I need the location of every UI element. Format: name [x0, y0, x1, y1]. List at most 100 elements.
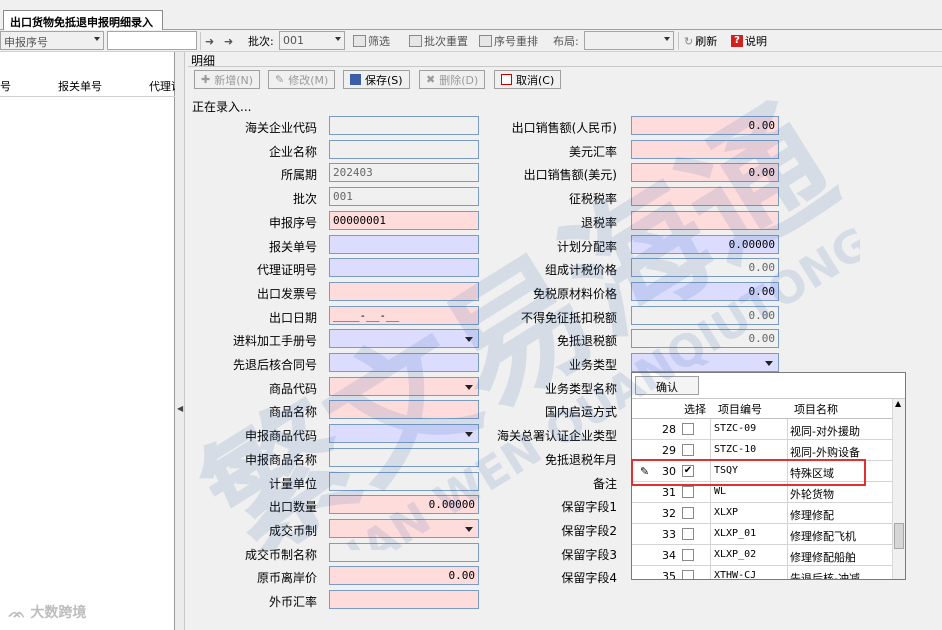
- row-name: 视同-对外援助: [790, 425, 860, 438]
- left-field-label: 申报商品名称: [244, 452, 317, 467]
- delete-button[interactable]: ✖ 删除(D): [419, 70, 486, 89]
- left-field-label: 进料加工手册号: [232, 334, 317, 349]
- row-code: STZC-10: [714, 444, 757, 455]
- table-row[interactable]: 32 XLXP 修理修配: [632, 503, 892, 524]
- right-field-input[interactable]: [631, 353, 779, 372]
- seq-reset-button[interactable]: 序号重排: [479, 33, 538, 49]
- layout-label-text: 布局:: [553, 35, 579, 48]
- layout-combo[interactable]: [584, 31, 674, 50]
- next-arrow-button[interactable]: ➜: [224, 33, 233, 49]
- filter-button[interactable]: 筛选: [353, 33, 390, 49]
- right-field-input[interactable]: 0.00: [631, 305, 779, 325]
- right-field-value: 0.00: [748, 119, 776, 132]
- help-button[interactable]: ? 说明: [731, 33, 767, 49]
- right-field-input[interactable]: 0.00: [631, 116, 779, 135]
- help-icon: ?: [731, 35, 743, 47]
- refresh-button[interactable]: ↻ 刷新: [684, 33, 717, 49]
- right-field-input[interactable]: [631, 187, 779, 207]
- save-label: 保存(S): [365, 73, 403, 87]
- left-field-input[interactable]: [329, 590, 479, 609]
- batch-reset-label: 批次重置: [424, 35, 468, 48]
- right-field-label: 不得免征抵扣税额: [520, 310, 617, 325]
- layout-label: 布局:: [553, 33, 579, 49]
- batch-label-text: 批次:: [248, 35, 274, 48]
- right-field-input[interactable]: 0.00: [631, 329, 779, 349]
- popup-scrollbar[interactable]: ▲: [892, 399, 905, 579]
- right-field-value: 0.00: [748, 166, 776, 180]
- right-field-label: 海关总署认证企业类型: [496, 429, 617, 444]
- row-code: XLXP: [714, 507, 739, 518]
- edit-button[interactable]: ✎ 修改(M): [268, 70, 336, 89]
- left-field-label: 所属期: [280, 168, 317, 183]
- prev-arrow-button[interactable]: ➜: [205, 33, 214, 49]
- table-row[interactable]: 34 XLXP_02 修理修配船舶: [632, 545, 892, 566]
- table-row[interactable]: 35 XTHW-CJ 先退后核-冲减: [632, 566, 892, 579]
- header-select: 选择: [684, 403, 706, 416]
- chevron-down-icon[interactable]: [765, 361, 773, 366]
- row-name: 修理修配船舶: [790, 551, 856, 564]
- left-field-value: 202403: [333, 166, 373, 180]
- right-field-label: 保留字段1: [561, 500, 617, 515]
- list-header-customs-no[interactable]: 报关单号: [58, 74, 102, 98]
- tab-detail-entry[interactable]: 出口货物免抵退申报明细录入: [3, 10, 163, 31]
- list-header-divider: [0, 96, 175, 97]
- delete-label: 删除(D): [439, 73, 479, 87]
- arrow-right-end-icon: ➜: [224, 34, 234, 48]
- chevron-down-icon: [94, 37, 100, 41]
- right-field-label: 免抵退税额: [556, 334, 617, 349]
- tab-bar: 出口货物免抵退申报明细录入: [0, 0, 942, 31]
- batch-value: 001: [283, 34, 304, 47]
- reorder-icon: [479, 35, 492, 47]
- row-checkbox[interactable]: [682, 444, 694, 456]
- batch-combo[interactable]: 001: [279, 31, 345, 50]
- brand-text: 大数跨境: [30, 605, 87, 621]
- row-checkbox[interactable]: [682, 549, 694, 561]
- left-field-value: 001: [333, 190, 353, 204]
- row-checkbox[interactable]: [682, 528, 694, 540]
- column-divider: [787, 524, 788, 545]
- right-field-label: 保留字段2: [561, 523, 617, 538]
- list-header-seq[interactable]: 号: [0, 74, 11, 98]
- right-field-input[interactable]: [631, 139, 779, 159]
- left-field-label: 海关企业代码: [244, 121, 317, 135]
- right-field-value: 0.00000: [728, 237, 775, 251]
- cancel-button[interactable]: 取消(C): [494, 70, 562, 89]
- add-button[interactable]: ✚ 新增(N): [194, 70, 261, 89]
- left-field-label: 商品名称: [268, 405, 317, 420]
- right-field-label: 退税率: [580, 215, 617, 230]
- column-divider: [787, 503, 788, 524]
- batch-reset-button[interactable]: 批次重置: [409, 33, 468, 49]
- right-field-input[interactable]: 0.00: [631, 163, 779, 183]
- edit-icon: ✎: [275, 73, 285, 86]
- list-header-agent-cert[interactable]: 代理证: [149, 74, 175, 98]
- filter-field-combo[interactable]: 申报序号: [0, 31, 104, 50]
- right-field-input[interactable]: [631, 210, 779, 230]
- column-divider: [710, 440, 711, 461]
- table-row[interactable]: 28 STZC-09 视同-对外援助: [632, 419, 892, 440]
- table-row[interactable]: 29 STZC-10 视同-外购设备: [632, 440, 892, 461]
- row-checkbox[interactable]: [682, 486, 694, 498]
- right-field-input[interactable]: 0.00: [631, 258, 779, 278]
- section-divider: [188, 66, 942, 67]
- column-divider: [710, 524, 711, 545]
- row-name: 视同-外购设备: [790, 446, 860, 459]
- right-field-label: 备注: [592, 476, 617, 491]
- right-field-input[interactable]: 0.00: [631, 281, 779, 301]
- filter-value-input[interactable]: [107, 31, 197, 50]
- left-field-label: 批次: [292, 192, 317, 207]
- save-button[interactable]: 保存(S): [343, 70, 410, 89]
- left-field-label: 企业名称: [268, 144, 317, 159]
- scroll-thumb[interactable]: [894, 523, 904, 549]
- right-field-label: 免税原材料价格: [532, 286, 617, 301]
- row-checkbox[interactable]: [682, 507, 694, 519]
- left-field-label: 申报序号: [268, 215, 317, 230]
- confirm-button[interactable]: 确认: [635, 376, 699, 395]
- row-name: 修理修配: [790, 509, 834, 522]
- table-row[interactable]: 33 XLXP_01 修理修配飞机: [632, 524, 892, 545]
- row-checkbox[interactable]: [682, 570, 694, 579]
- refresh-label: 刷新: [695, 35, 718, 48]
- right-field-input[interactable]: 0.00000: [631, 234, 779, 254]
- scroll-up-icon: ▲: [895, 399, 902, 408]
- row-checkbox[interactable]: [682, 423, 694, 435]
- row-number: 33: [662, 528, 676, 541]
